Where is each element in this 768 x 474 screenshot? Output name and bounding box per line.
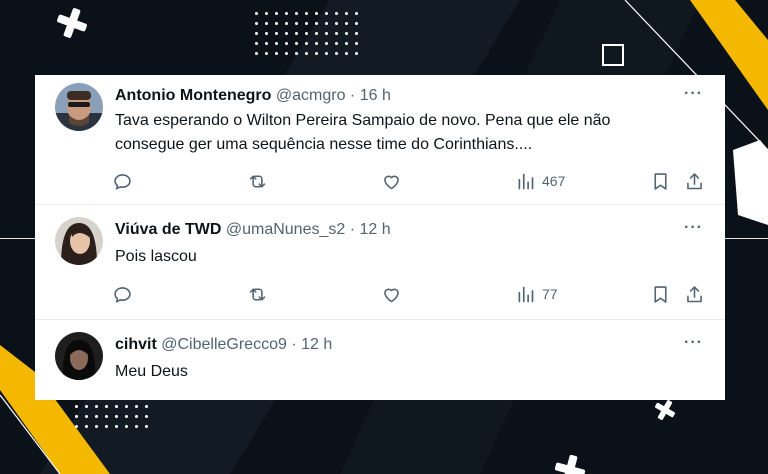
tweet-replies-card: Antonio Montenegro @acmgro · 16 h ··· Ta… xyxy=(35,75,725,400)
dot-grid-bottom xyxy=(75,405,148,428)
avatar[interactable] xyxy=(55,83,103,131)
more-icon[interactable]: ··· xyxy=(684,219,703,237)
separator-dot: · xyxy=(291,336,297,353)
retweet-button[interactable] xyxy=(247,283,268,305)
tweet-text-line: Pois lascou xyxy=(115,248,197,265)
more-icon[interactable]: ··· xyxy=(684,334,703,352)
author-handle[interactable]: @CibelleGrecco9 xyxy=(161,336,287,353)
views-count: 77 xyxy=(542,286,558,302)
like-button[interactable] xyxy=(381,283,402,305)
tweet-header: Viúva de TWD @umaNunes_s2 · 12 h xyxy=(115,221,391,239)
retweet-button[interactable] xyxy=(247,170,268,192)
tweet-item[interactable]: cihvit @CibelleGrecco9 · 12 h ··· Meu De… xyxy=(35,320,725,400)
bookmark-button[interactable] xyxy=(650,170,671,192)
share-button[interactable] xyxy=(684,283,705,305)
like-button[interactable] xyxy=(381,170,402,192)
reply-button[interactable] xyxy=(112,283,133,305)
timestamp[interactable]: 12 h xyxy=(360,221,391,238)
bookmark-button[interactable] xyxy=(650,283,671,305)
author-name[interactable]: Viúva de TWD xyxy=(115,221,221,238)
tweet-actions: 77 xyxy=(35,283,725,307)
like-icon xyxy=(384,288,399,302)
reply-button[interactable] xyxy=(112,170,133,192)
timestamp[interactable]: 12 h xyxy=(301,336,332,353)
like-icon xyxy=(384,175,399,189)
separator-dot: · xyxy=(349,221,356,238)
timestamp[interactable]: 16 h xyxy=(360,87,391,104)
views-button[interactable]: 77 xyxy=(515,283,558,305)
share-icon xyxy=(687,172,702,189)
tweet-header: cihvit @CibelleGrecco9 · 12 h xyxy=(115,336,332,354)
views-button[interactable]: 467 xyxy=(515,170,565,192)
author-name[interactable]: Antonio Montenegro xyxy=(115,87,271,104)
tweet-actions: 467 xyxy=(35,170,725,194)
bookmark-icon xyxy=(654,172,667,190)
share-icon xyxy=(687,285,702,302)
tweet-item[interactable]: Antonio Montenegro @acmgro · 16 h ··· Ta… xyxy=(35,75,725,203)
views-count: 467 xyxy=(542,173,566,189)
avatar[interactable] xyxy=(55,332,103,380)
reply-icon xyxy=(114,173,131,190)
horizontal-line-left xyxy=(0,238,40,239)
more-icon[interactable]: ··· xyxy=(684,85,703,103)
retweet-icon xyxy=(249,287,266,301)
tweet-item[interactable]: Viúva de TWD @umaNunes_s2 · 12 h ··· Poi… xyxy=(35,205,725,319)
tweet-text: Meu Deus xyxy=(115,360,715,384)
retweet-icon xyxy=(249,174,266,188)
reply-icon xyxy=(114,286,131,303)
dot-grid-top xyxy=(255,12,358,55)
tweet-text: Tava esperando o Wilton Pereira Sampaio … xyxy=(115,109,715,157)
share-button[interactable] xyxy=(684,170,705,192)
views-icon xyxy=(518,173,534,189)
author-handle[interactable]: @umaNunes_s2 xyxy=(226,221,345,238)
tweet-text: Pois lascou xyxy=(115,245,715,269)
separator-dot: · xyxy=(349,87,356,104)
author-handle[interactable]: @acmgro xyxy=(276,87,346,104)
tweet-text-line: Meu Deus xyxy=(115,363,188,380)
tweet-header: Antonio Montenegro @acmgro · 16 h xyxy=(115,87,391,105)
tweet-text-line: Tava esperando o Wilton Pereira Sampaio … xyxy=(115,112,611,129)
bookmark-icon xyxy=(654,285,667,303)
square-outline-shape xyxy=(602,44,624,66)
avatar[interactable] xyxy=(55,217,103,265)
horizontal-line-right xyxy=(725,238,768,239)
views-icon xyxy=(518,286,534,302)
author-name[interactable]: cihvit xyxy=(115,336,157,353)
tweet-text-line: consegue ger uma sequência nesse time do… xyxy=(115,136,533,153)
